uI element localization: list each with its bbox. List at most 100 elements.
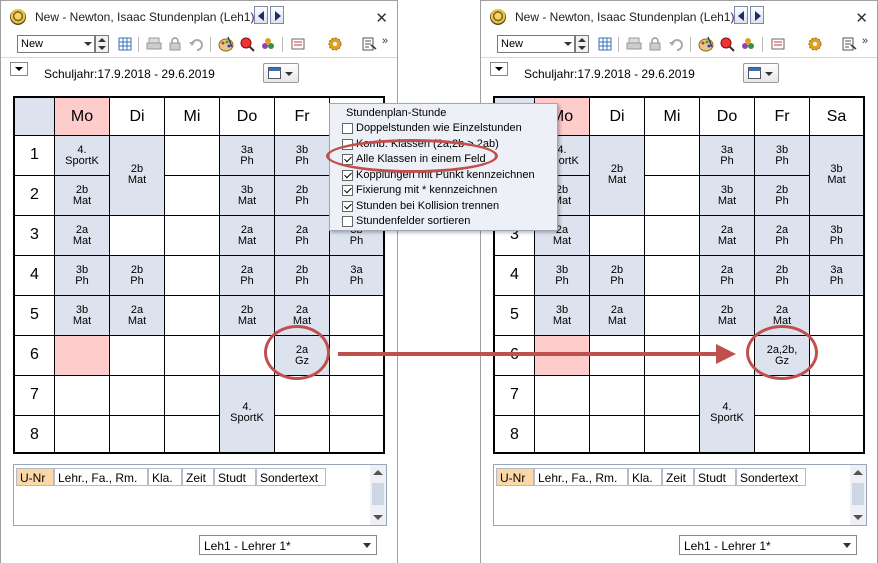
scroll-up-icon[interactable]: [373, 470, 383, 475]
timetable-format-combo[interactable]: New: [17, 35, 95, 53]
period-header[interactable]: 5: [15, 296, 54, 335]
column-header[interactable]: Kla.: [148, 468, 182, 486]
nav-next-button[interactable]: [270, 6, 284, 24]
calendar-button[interactable]: [743, 63, 779, 83]
lesson-cell[interactable]: 2a Ph: [700, 256, 754, 295]
empty-slot[interactable]: [110, 336, 164, 375]
day-header[interactable]: Di: [110, 98, 164, 135]
calendar-button[interactable]: [263, 63, 299, 83]
empty-slot[interactable]: [810, 376, 863, 415]
option-checkbox[interactable]: [342, 169, 353, 181]
lesson-cell[interactable]: 4. SportK: [700, 376, 754, 452]
lesson-cell[interactable]: 3a Ph: [810, 256, 863, 295]
lesson-cell[interactable]: 3bPh: [755, 136, 809, 175]
empty-slot[interactable]: [590, 216, 644, 255]
lesson-cell[interactable]: 3bMat: [535, 296, 589, 335]
print-icon[interactable]: [626, 36, 642, 52]
view-dropdown-button[interactable]: [10, 62, 28, 76]
option-checkbox[interactable]: [342, 123, 353, 134]
list-scrollbar[interactable]: [850, 465, 866, 525]
empty-slot[interactable]: [165, 176, 219, 215]
view-dropdown-button[interactable]: [490, 62, 508, 76]
lesson-cell[interactable]: 2b Mat: [55, 176, 109, 215]
group-icon[interactable]: [740, 36, 756, 52]
gear-icon[interactable]: [327, 36, 343, 52]
day-header[interactable]: Do: [220, 98, 274, 135]
empty-slot[interactable]: [810, 336, 863, 375]
day-header[interactable]: Di: [590, 98, 644, 135]
scroll-down-icon[interactable]: [853, 515, 863, 520]
column-header[interactable]: Sondertext: [256, 468, 326, 486]
lesson-cell[interactable]: 3bPh: [55, 256, 109, 295]
lesson-cell[interactable]: 2b Mat: [110, 136, 164, 215]
empty-slot[interactable]: [55, 336, 109, 375]
lesson-cell[interactable]: 2b Ph: [755, 176, 809, 215]
empty-slot[interactable]: [165, 256, 219, 295]
lock-icon[interactable]: [647, 36, 663, 52]
palette-icon[interactable]: [218, 36, 234, 52]
column-header[interactable]: Zeit: [662, 468, 694, 486]
empty-slot[interactable]: [645, 416, 699, 452]
period-header[interactable]: 7: [15, 376, 54, 415]
period-header[interactable]: 4: [495, 256, 534, 295]
timetable-format-combo[interactable]: New: [497, 35, 575, 53]
lesson-cell[interactable]: 2a Ph: [275, 216, 329, 255]
column-header[interactable]: U-Nr: [16, 468, 54, 486]
period-header[interactable]: 7: [495, 376, 534, 415]
empty-slot[interactable]: [330, 416, 383, 452]
lesson-cell[interactable]: 2b Ph: [275, 176, 329, 215]
nav-next-button[interactable]: [750, 6, 764, 24]
empty-slot[interactable]: [535, 416, 589, 452]
lesson-cell[interactable]: 2a Ph: [755, 216, 809, 255]
export-icon[interactable]: [361, 36, 377, 52]
group-icon[interactable]: [260, 36, 276, 52]
empty-slot[interactable]: [165, 216, 219, 255]
lesson-cell[interactable]: 2a Mat: [700, 216, 754, 255]
teacher-select[interactable]: Leh1 - Lehrer 1*: [199, 535, 377, 555]
period-header[interactable]: 4: [15, 256, 54, 295]
period-header[interactable]: 8: [495, 416, 534, 452]
empty-slot[interactable]: [535, 376, 589, 415]
lesson-cell[interactable]: 3bMat: [700, 176, 754, 215]
print-icon[interactable]: [146, 36, 162, 52]
lesson-cell[interactable]: 4. SportK: [220, 376, 274, 452]
empty-slot[interactable]: [330, 376, 383, 415]
list-scrollbar[interactable]: [370, 465, 386, 525]
period-header[interactable]: 8: [15, 416, 54, 452]
empty-slot[interactable]: [165, 296, 219, 335]
lesson-cell[interactable]: 4. SportK: [55, 136, 109, 175]
empty-slot[interactable]: [165, 136, 219, 175]
nav-prev-button[interactable]: [254, 6, 268, 24]
close-icon[interactable]: ✕: [855, 9, 868, 27]
lesson-cell[interactable]: 3bMat: [810, 136, 863, 215]
gear-icon[interactable]: [807, 36, 823, 52]
grid-icon[interactable]: [117, 36, 133, 52]
column-header[interactable]: Kla.: [628, 468, 662, 486]
empty-slot[interactable]: [590, 416, 644, 452]
scroll-down-icon[interactable]: [373, 515, 383, 520]
format-spinner[interactable]: [575, 35, 589, 53]
option-checkbox[interactable]: [342, 216, 353, 227]
export-icon[interactable]: [841, 36, 857, 52]
empty-slot[interactable]: [645, 296, 699, 335]
empty-slot[interactable]: [110, 376, 164, 415]
empty-slot[interactable]: [110, 416, 164, 452]
day-header[interactable]: Fr: [275, 98, 329, 135]
lesson-cell[interactable]: 3bPh: [810, 216, 863, 255]
lesson-cell[interactable]: 2b Ph: [755, 256, 809, 295]
empty-slot[interactable]: [755, 376, 809, 415]
empty-slot[interactable]: [55, 416, 109, 452]
option-checkbox[interactable]: [342, 185, 353, 196]
lesson-cell[interactable]: 2a Mat: [110, 296, 164, 335]
lesson-cell[interactable]: 2b Ph: [110, 256, 164, 295]
close-icon[interactable]: ✕: [375, 9, 388, 27]
day-header[interactable]: Sa: [810, 98, 863, 135]
empty-slot[interactable]: [810, 296, 863, 335]
column-header[interactable]: Lehr., Fa., Rm.: [534, 468, 628, 486]
lesson-cell[interactable]: 2a Ph: [220, 256, 274, 295]
day-header[interactable]: Do: [700, 98, 754, 135]
day-header[interactable]: Mi: [165, 98, 219, 135]
empty-slot[interactable]: [590, 376, 644, 415]
undo-icon[interactable]: [668, 36, 684, 52]
empty-slot[interactable]: [755, 416, 809, 452]
